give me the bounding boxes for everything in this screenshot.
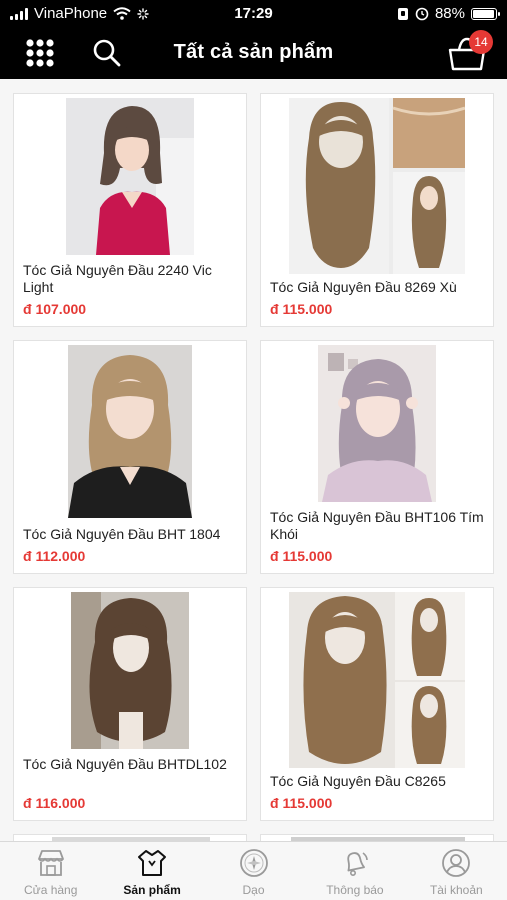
bottom-tab-bar: Cửa hàng Sản phẩm Dạo Thông báo Tài khoả… — [0, 841, 507, 900]
product-price: đ 115.000 — [270, 548, 333, 564]
tab-account[interactable]: Tài khoản — [406, 842, 507, 900]
tab-explore[interactable]: Dạo — [203, 842, 304, 900]
tab-label: Tài khoản — [429, 883, 483, 897]
product-image — [261, 592, 493, 768]
bell-icon — [347, 852, 368, 876]
top-bar: VinaPhone 17:29 88% Tất cả sản phẩm 14 — [0, 0, 507, 79]
battery-icon — [471, 7, 500, 20]
product-name: Tóc Giả Nguyên Đầu C8265 — [270, 773, 446, 789]
product-card[interactable]: Tóc Giả Nguyên Đầu BHTDL102 đ 116.000 — [13, 587, 247, 821]
wig-photo-lavender — [318, 345, 436, 502]
tab-notifications[interactable]: Thông báo — [304, 842, 405, 900]
product-price: đ 115.000 — [270, 301, 333, 317]
product-grid[interactable]: Tóc Giả Nguyên Đầu 2240 Vic Light đ 107.… — [0, 79, 507, 841]
product-card[interactable]: Tóc Giả Nguyên Đầu BHT 1804 đ 112.000 — [13, 340, 247, 574]
product-name: Tóc Giả Nguyên Đầu 2240 Vic Light — [23, 262, 212, 295]
app-header: Tất cả sản phẩm 14 — [0, 28, 507, 79]
product-name: Tóc Giả Nguyên Đầu 8269 Xù — [270, 279, 457, 295]
product-price: đ 112.000 — [23, 548, 86, 564]
cart-button[interactable]: 14 — [447, 30, 493, 72]
product-image — [14, 592, 246, 749]
status-bar: VinaPhone 17:29 88% — [0, 0, 507, 28]
product-price: đ 115.000 — [270, 795, 333, 811]
product-price: đ 116.000 — [23, 795, 86, 811]
product-tag-icon — [138, 850, 167, 876]
tab-label: Sản phẩm — [123, 883, 181, 897]
wig-photo-dark-curly — [71, 592, 189, 749]
product-card[interactable]: Tóc Giả Nguyên Đầu 8269 Xù đ 115.000 — [260, 93, 494, 327]
product-card[interactable]: Tóc Giả Nguyên Đầu C8265 đ 115.000 — [260, 587, 494, 821]
user-icon — [442, 849, 471, 877]
alarm-icon — [415, 7, 429, 20]
product-price: đ 107.000 — [23, 301, 87, 317]
compass-icon — [239, 849, 268, 877]
tab-label: Thông báo — [326, 883, 384, 897]
lock-rotation-icon — [397, 7, 408, 20]
store-icon — [37, 850, 64, 876]
tab-products[interactable]: Sản phẩm — [101, 842, 202, 900]
wig-photo-brown-wavy-collage — [289, 592, 465, 768]
product-card[interactable] — [260, 834, 494, 841]
page-title: Tất cả sản phẩm — [173, 41, 334, 63]
wig-photo-bob — [66, 98, 194, 255]
product-card[interactable]: Tóc Giả Nguyên Đầu BHT106 Tím Khói đ 115… — [260, 340, 494, 574]
tab-label: Dạo — [242, 883, 265, 897]
product-image — [14, 345, 246, 518]
product-image — [14, 98, 246, 255]
product-name: Tóc Giả Nguyên Đầu BHT106 Tím Khói — [270, 509, 484, 542]
product-image — [261, 345, 493, 502]
wig-photo-wavy-collage — [289, 98, 465, 274]
cart-count-badge: 14 — [469, 30, 493, 54]
battery-fill — [473, 9, 495, 18]
battery-percent: 88% — [434, 5, 465, 22]
product-name: Tóc Giả Nguyên Đầu BHTDL102 — [23, 756, 227, 772]
product-image — [261, 98, 493, 274]
app-screen: VinaPhone 17:29 88% Tất cả sản phẩm 14 T… — [0, 0, 507, 900]
wig-photo-ash-blonde — [68, 345, 192, 518]
product-card[interactable] — [13, 834, 247, 841]
tab-store[interactable]: Cửa hàng — [0, 842, 101, 900]
product-name: Tóc Giả Nguyên Đầu BHT 1804 — [23, 526, 221, 542]
product-card[interactable]: Tóc Giả Nguyên Đầu 2240 Vic Light đ 107.… — [13, 93, 247, 327]
tab-label: Cửa hàng — [24, 883, 78, 897]
